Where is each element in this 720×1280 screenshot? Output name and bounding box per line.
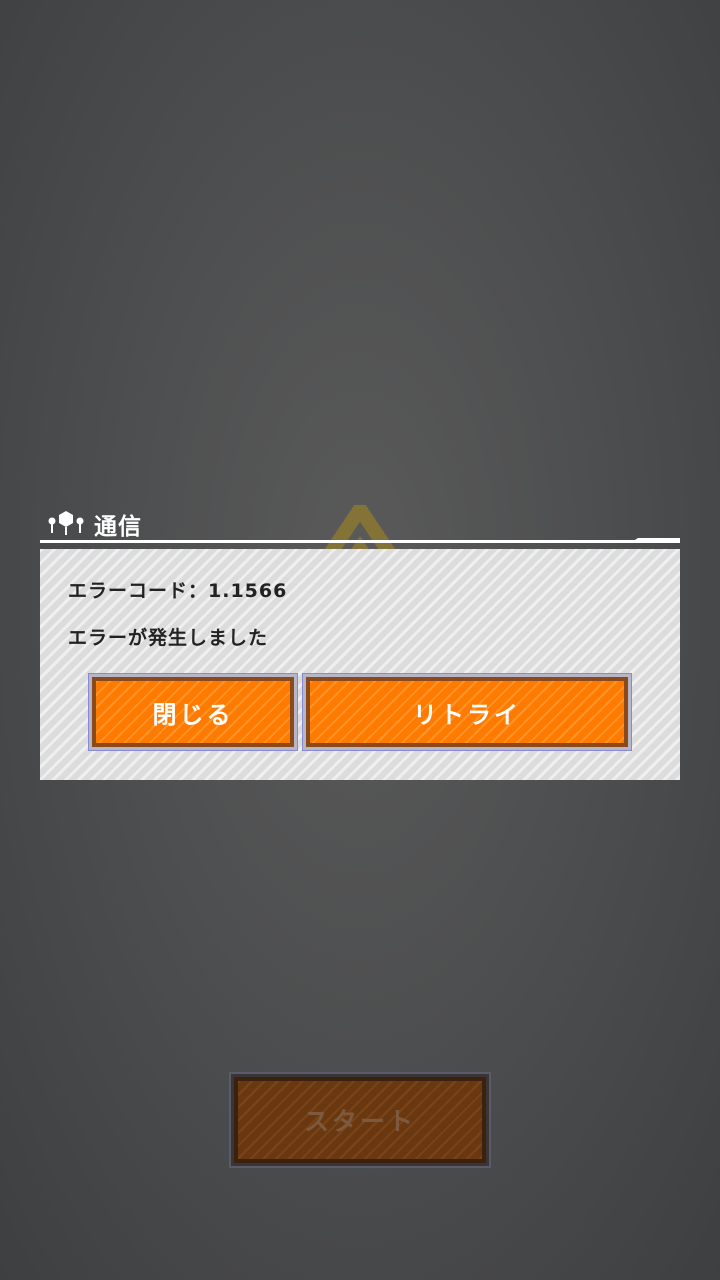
close-button[interactable]: 閉じる bbox=[92, 677, 294, 747]
retry-button[interactable]: リトライ bbox=[306, 677, 628, 747]
dialog-title: 通信 bbox=[94, 514, 142, 540]
header-divider bbox=[40, 538, 680, 543]
retry-button-label: リトライ bbox=[413, 700, 521, 729]
network-nodes-icon bbox=[48, 511, 84, 535]
start-button-label: スタート bbox=[303, 1107, 416, 1136]
close-button-label: 閉じる bbox=[152, 700, 234, 729]
error-message-text: エラーが発生しました bbox=[68, 627, 269, 649]
close-button-frame: 閉じる bbox=[88, 673, 298, 751]
retry-button-frame: リトライ bbox=[302, 673, 632, 751]
error-code-text: エラーコード：1.1566 bbox=[68, 580, 288, 602]
dialog-header: 通信 bbox=[40, 505, 680, 545]
dialog-body: エラーコード：1.1566 エラーが発生しました 閉じる リトライ bbox=[40, 549, 680, 780]
start-button[interactable]: スタート bbox=[234, 1077, 486, 1163]
start-button-frame: スタート bbox=[229, 1072, 491, 1168]
